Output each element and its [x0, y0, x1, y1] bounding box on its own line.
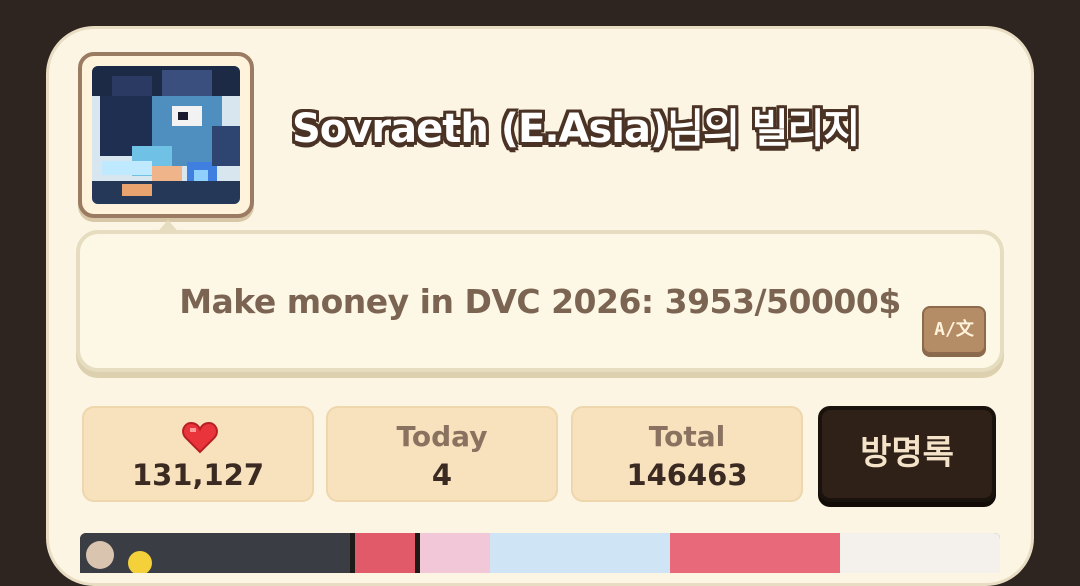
guestbook-button[interactable]: 방명록	[818, 406, 996, 502]
village-preview[interactable]	[80, 533, 1000, 573]
today-stat: Today 4	[326, 406, 558, 502]
avatar[interactable]	[78, 52, 254, 218]
likes-stat[interactable]: 131,127	[82, 406, 314, 502]
today-label: Today	[396, 420, 488, 453]
heart-icon	[182, 422, 218, 454]
total-stat: Total 146463	[571, 406, 803, 502]
status-message-bubble: Make money in DVC 2026: 3953/50000$	[76, 230, 1004, 372]
village-title: Sovraeth (E.Asia)님의 빌리지	[292, 106, 860, 152]
today-count: 4	[431, 458, 453, 492]
avatar-image	[92, 66, 240, 204]
translate-button[interactable]: A/文	[922, 306, 986, 354]
total-count: 146463	[626, 458, 748, 492]
likes-count: 131,127	[131, 458, 265, 492]
status-message: Make money in DVC 2026: 3953/50000$	[179, 282, 901, 321]
total-label: Total	[648, 420, 726, 453]
